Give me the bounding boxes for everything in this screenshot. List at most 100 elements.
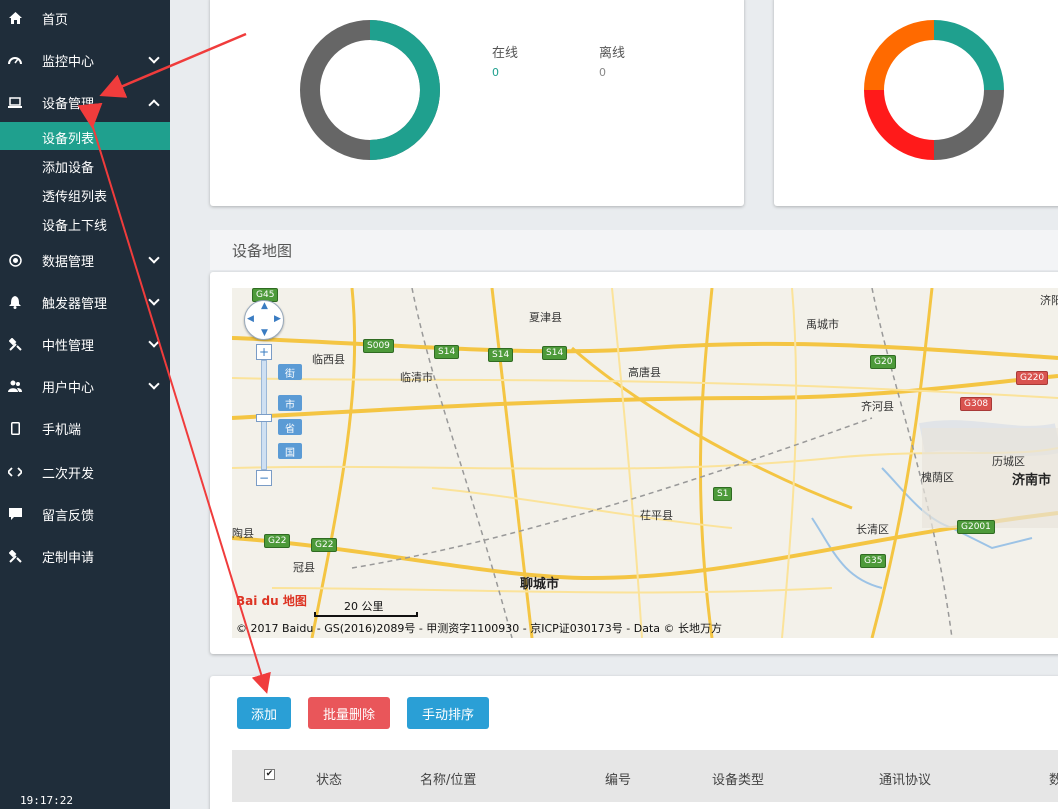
- add-button[interactable]: 添加: [237, 697, 291, 729]
- map-road-shield: G35: [860, 554, 887, 568]
- sidebar-item-label: 中性管理: [42, 338, 95, 354]
- map-section-title: 设备地图: [232, 242, 293, 260]
- gauge-icon: [8, 53, 22, 67]
- zoom-level-province[interactable]: 省: [278, 419, 302, 435]
- sidebar-item-label: 触发器管理: [42, 296, 108, 312]
- online-label: 在线: [492, 46, 519, 61]
- map-place: 临西县: [312, 353, 345, 366]
- zoom-in-button[interactable]: +: [256, 344, 272, 360]
- column-header-number[interactable]: 编号: [605, 769, 631, 788]
- sidebar-item-custom[interactable]: 定制申请: [0, 536, 170, 576]
- map-pan-control[interactable]: ▲ ▼ ◀ ▶: [244, 300, 284, 340]
- sidebar-subitem-label: 设备列表: [42, 132, 95, 147]
- map-place: 临清市: [400, 371, 433, 384]
- donut-segment-teal: [933, 20, 1004, 91]
- manual-sort-button[interactable]: 手动排序: [407, 697, 489, 729]
- sidebar-item-feedback[interactable]: 留言反馈: [0, 494, 170, 534]
- map-place: 夏津县: [529, 311, 562, 324]
- chevron-down-icon: [148, 294, 160, 306]
- target-icon: [8, 253, 22, 267]
- map-road-shield: G20: [870, 355, 897, 369]
- map-scale-bar: [314, 612, 418, 617]
- mobile-icon: [8, 421, 22, 435]
- sidebar-item-monitor[interactable]: 监控中心: [0, 40, 170, 80]
- bell-icon: [8, 295, 22, 309]
- batch-delete-button[interactable]: 批量删除: [308, 697, 390, 729]
- zoom-level-street[interactable]: 街: [278, 364, 302, 380]
- map-copyright: © 2017 Baidu - GS(2016)2089号 - 甲测资字11009…: [236, 622, 723, 635]
- column-header-name-location[interactable]: 名称/位置: [420, 769, 476, 788]
- sidebar-subitem-passthrough-groups[interactable]: 透传组列表: [0, 180, 170, 208]
- donut-segment-orange: [864, 20, 935, 91]
- map-place: 聊城市: [520, 577, 560, 592]
- map-place: 禹城市: [806, 318, 839, 331]
- sidebar-item-data[interactable]: 数据管理: [0, 240, 170, 280]
- sidebar-item-label: 手机端: [42, 422, 82, 438]
- sidebar-item-device[interactable]: 设备管理: [0, 82, 170, 122]
- sidebar-item-label: 首页: [42, 12, 69, 28]
- pan-up-icon[interactable]: ▲: [261, 301, 268, 311]
- chevron-down-icon: [148, 52, 160, 64]
- map-road-shield: S14: [542, 346, 568, 360]
- chevron-down-icon: [148, 252, 160, 264]
- column-header-data[interactable]: 数: [1049, 769, 1058, 788]
- select-all-checkbox[interactable]: ✔: [264, 769, 275, 780]
- pan-right-icon[interactable]: ▶: [274, 314, 281, 324]
- zoom-level-city[interactable]: 市: [278, 395, 302, 411]
- map-place: 齐河县: [861, 400, 894, 413]
- map-place: 济南市: [1012, 473, 1052, 488]
- column-header-device-type[interactable]: 设备类型: [712, 769, 764, 788]
- chevron-down-icon: [148, 378, 160, 390]
- chevron-up-icon: [148, 99, 160, 111]
- donut-online-segment: [369, 20, 440, 160]
- chevron-down-icon: [148, 336, 160, 348]
- sidebar-item-mobile[interactable]: 手机端: [0, 408, 170, 448]
- map-road-shield: S14: [434, 345, 460, 359]
- map-section-header: 设备地图: [210, 230, 1058, 270]
- sidebar-item-dev[interactable]: 二次开发: [0, 452, 170, 492]
- map-place: 高唐县: [628, 366, 661, 379]
- sidebar-item-users[interactable]: 用户中心: [0, 366, 170, 406]
- sidebar-item-label: 监控中心: [42, 54, 95, 70]
- device-table-header: ✔ 状态 名称/位置 编号 设备类型 通讯协议 数: [232, 750, 1058, 802]
- zoom-slider-handle[interactable]: [256, 414, 272, 422]
- map-place: 历城区: [992, 455, 1025, 468]
- zoom-out-button[interactable]: −: [256, 470, 272, 486]
- sidebar-item-label: 数据管理: [42, 254, 95, 270]
- home-icon: [8, 11, 22, 25]
- sidebar-subitem-device-online-offline[interactable]: 设备上下线: [0, 209, 170, 237]
- device-map[interactable]: 济阳 夏津县 禹城市 临西县 临清市 高唐县 齐河县 历城区 槐荫区 济南市 茌…: [232, 288, 1058, 638]
- map-road-shield: G22: [264, 534, 291, 548]
- map-place: 冠县: [293, 561, 315, 574]
- map-place: 济阳: [1040, 294, 1058, 307]
- comment-icon: [8, 507, 22, 521]
- offline-label: 离线: [599, 46, 626, 61]
- pan-down-icon[interactable]: ▼: [261, 328, 268, 338]
- map-road-shield: G22: [311, 538, 338, 552]
- column-header-protocol[interactable]: 通讯协议: [879, 769, 931, 788]
- offline-value: 0: [599, 66, 606, 79]
- sidebar-subitem-add-device[interactable]: 添加设备: [0, 151, 170, 179]
- clock: 19:17:22: [20, 794, 73, 807]
- map-roads-layer: [232, 288, 1058, 638]
- sidebar-subitem-label: 透传组列表: [42, 190, 108, 205]
- sidebar-item-triggers[interactable]: 触发器管理: [0, 282, 170, 322]
- pan-left-icon[interactable]: ◀: [247, 314, 254, 324]
- donut-segment-red: [864, 89, 935, 160]
- wrench-icon: [8, 549, 22, 563]
- map-place: 槐荫区: [921, 471, 954, 484]
- sidebar-item-home[interactable]: 首页: [0, 0, 170, 38]
- sidebar-subitem-device-list[interactable]: 设备列表: [0, 122, 170, 150]
- status-donut-chart: [300, 20, 440, 160]
- sidebar-item-label: 留言反馈: [42, 508, 95, 524]
- zoom-level-country[interactable]: 国: [278, 443, 302, 459]
- map-place: 陶县: [232, 527, 254, 540]
- column-header-status[interactable]: 状态: [316, 769, 342, 788]
- code-icon: [8, 465, 22, 479]
- map-road-shield: G2001: [957, 520, 995, 534]
- map-road-shield: S009: [363, 339, 394, 353]
- map-place: 茌平县: [640, 509, 673, 522]
- sidebar-item-neutral[interactable]: 中性管理: [0, 324, 170, 364]
- sidebar-subitem-label: 设备上下线: [42, 219, 108, 234]
- alarm-status-card: [774, 0, 1058, 206]
